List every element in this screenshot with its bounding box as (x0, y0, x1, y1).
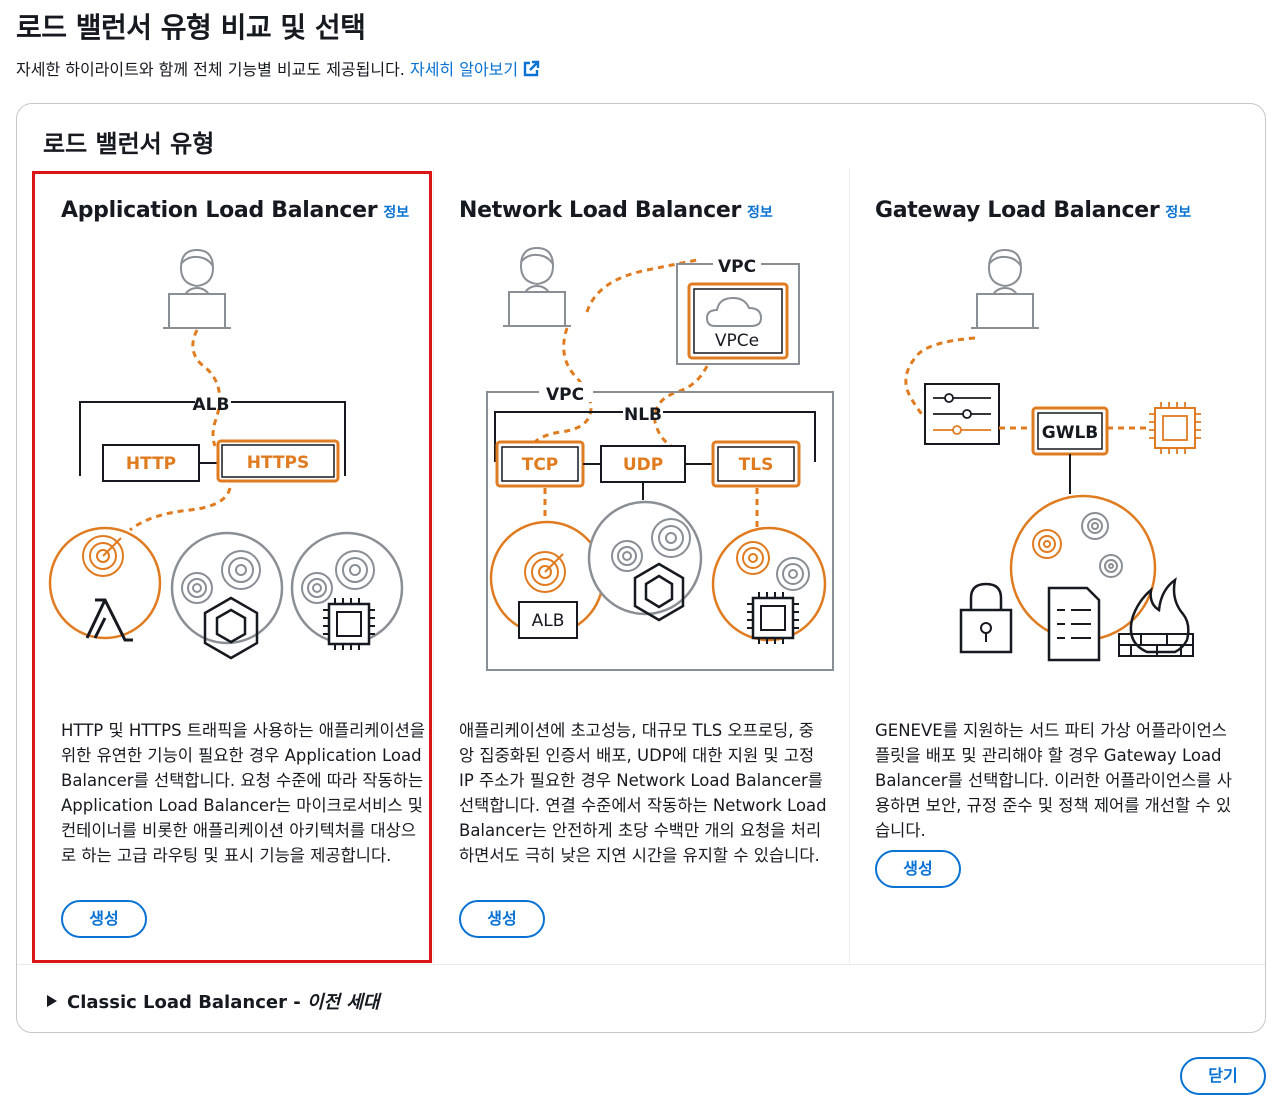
classic-lb-expander[interactable]: Classic Load Balancer - 이전 세대 (47, 988, 379, 1014)
caret-right-icon (47, 995, 57, 1007)
gwlb-description: GENEVE를 지원하는 서드 파티 가상 어플라이언스 플릿을 배포 및 관리… (875, 721, 1232, 840)
svg-text:TLS: TLS (739, 455, 774, 475)
page-title: 로드 밸런서 유형 비교 및 선택 (16, 11, 366, 44)
external-link-icon (523, 60, 540, 77)
svg-text:VPC: VPC (718, 257, 756, 277)
container-header: 로드 밸런서 유형 (43, 130, 215, 158)
svg-text:GWLB: GWLB (1042, 423, 1099, 443)
user-icon (503, 246, 571, 327)
gwlb-card[interactable]: Gateway Load Balancer 정보 GWLB GENEVE를 지원… (851, 168, 1265, 963)
close-button[interactable]: 닫기 (1180, 1057, 1266, 1095)
classic-suffix: 이전 세대 (306, 992, 380, 1013)
nlb-diagram: VPC VPCe VPC NLB TCP UDP TLS ALB (486, 246, 834, 671)
svg-text:UDP: UDP (623, 455, 663, 475)
gwlb-title-text: Gateway Load Balancer (875, 198, 1160, 223)
svg-text:NLB: NLB (624, 405, 662, 425)
svg-text:ALB: ALB (532, 611, 565, 631)
gwlb-diagram: GWLB (904, 248, 1201, 662)
svg-text:VPC: VPC (546, 385, 584, 405)
card-divider (849, 168, 850, 963)
learn-more-link[interactable]: 자세히 알아보기 (410, 60, 540, 79)
nlb-card[interactable]: Network Load Balancer 정보 VPC VPCe VPC NL… (435, 168, 849, 963)
nlb-description: 애플리케이션에 초고성능, 대규모 TLS 오프로딩, 중앙 집중화된 인증서 … (459, 721, 827, 865)
nlb-info-link[interactable]: 정보 (747, 205, 773, 221)
card-divider (433, 168, 434, 963)
user-icon (971, 248, 1039, 329)
gwlb-create-button[interactable]: 생성 (875, 850, 961, 888)
section-divider (17, 964, 1265, 965)
svg-text:TCP: TCP (522, 455, 559, 475)
learn-more-label: 자세히 알아보기 (409, 60, 519, 79)
gwlb-card-title: Gateway Load Balancer 정보 (875, 198, 1191, 223)
nlb-title-text: Network Load Balancer (459, 198, 741, 223)
page-subtitle: 자세한 하이라이트와 함께 전체 기능별 비교도 제공됩니다. 자세히 알아보기 (16, 56, 540, 80)
selected-card-highlight (32, 171, 432, 963)
nlb-create-button[interactable]: 생성 (459, 900, 545, 938)
classic-label: Classic Load Balancer - (67, 992, 307, 1013)
nlb-card-title: Network Load Balancer 정보 (459, 198, 773, 223)
svg-text:VPCe: VPCe (715, 331, 759, 351)
subtitle-text: 자세한 하이라이트와 함께 전체 기능별 비교도 제공됩니다. (16, 60, 405, 79)
gwlb-info-link[interactable]: 정보 (1165, 205, 1191, 221)
